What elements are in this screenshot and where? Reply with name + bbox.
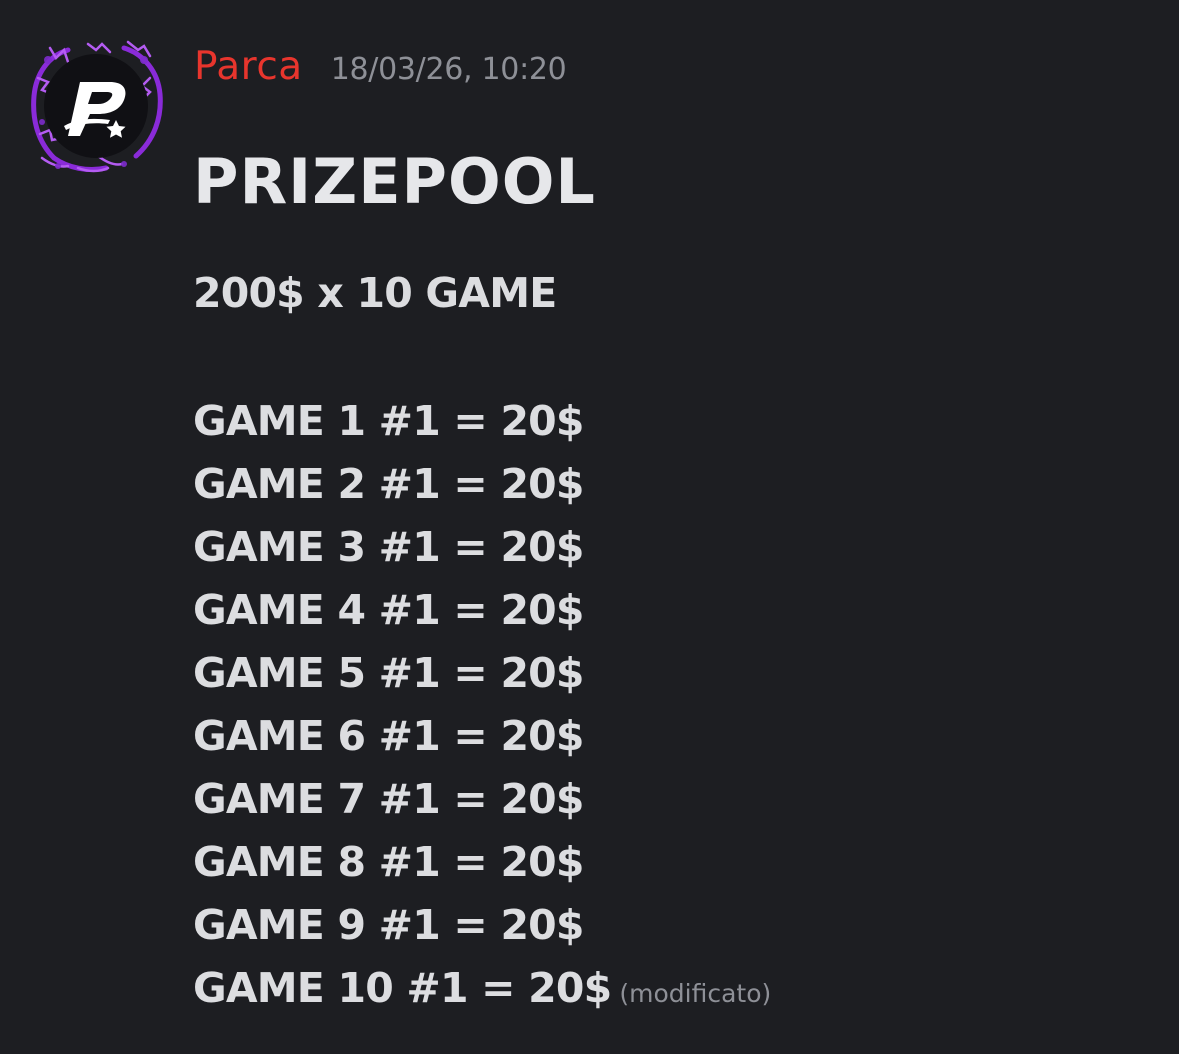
avatar[interactable] xyxy=(28,38,164,174)
message-line: GAME 9 #1 = 20$ xyxy=(193,901,584,949)
timestamp: 18/03/26, 10:20 xyxy=(330,52,567,87)
username[interactable]: Parca xyxy=(194,44,303,89)
edited-label: (modificato) xyxy=(619,979,772,1008)
message-last-line: GAME 10 #1 = 20$ (modificato) xyxy=(193,963,771,1019)
message-line: GAME 1 #1 = 20$ xyxy=(193,397,584,445)
chat-message: Parca 18/03/26, 10:20 PRIZEPOOL 200$ x 1… xyxy=(0,0,1179,1054)
message-line: GAME 10 #1 = 20$ xyxy=(193,964,612,1012)
message-line: GAME 3 #1 = 20$ xyxy=(193,523,584,571)
purple-dragon-p-logo-icon xyxy=(31,40,163,173)
message-subtitle: 200$ x 10 GAME xyxy=(193,269,557,317)
message-line: GAME 5 #1 = 20$ xyxy=(193,649,584,697)
message-header: Parca 18/03/26, 10:20 xyxy=(194,44,567,100)
message-line: GAME 4 #1 = 20$ xyxy=(193,586,584,634)
message-line: GAME 6 #1 = 20$ xyxy=(193,712,584,760)
message-line: GAME 7 #1 = 20$ xyxy=(193,775,584,823)
message-line: GAME 2 #1 = 20$ xyxy=(193,460,584,508)
message-title: PRIZEPOOL xyxy=(193,145,596,218)
message-line: GAME 8 #1 = 20$ xyxy=(193,838,584,886)
